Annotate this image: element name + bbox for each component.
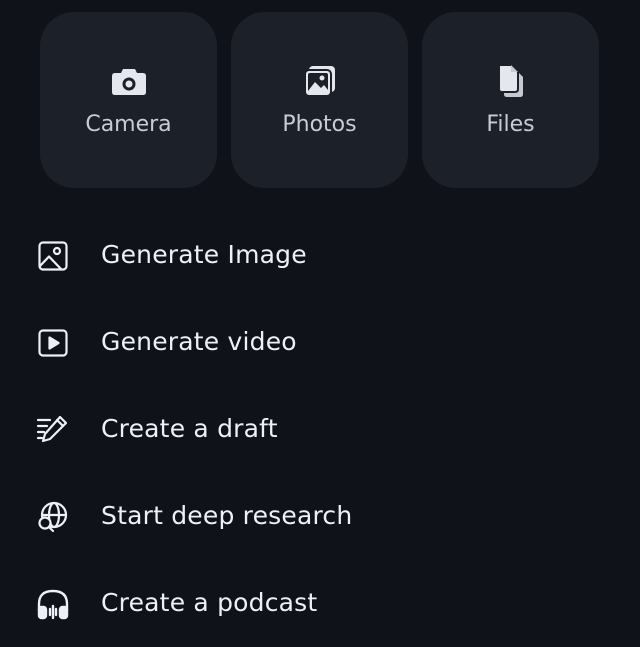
files-label: Files: [486, 112, 535, 137]
photos-label: Photos: [282, 112, 357, 137]
create-draft-label: Create a draft: [101, 414, 278, 443]
headphones-icon: [36, 587, 70, 621]
camera-label: Camera: [85, 112, 172, 137]
deep-research-item[interactable]: Start deep research: [0, 473, 640, 560]
image-icon: [36, 239, 70, 273]
generate-image-label: Generate Image: [101, 240, 307, 269]
photos-icon: [231, 64, 408, 98]
camera-button[interactable]: Camera: [40, 12, 217, 188]
generate-video-label: Generate video: [101, 327, 297, 356]
pen-lines-icon: [36, 413, 70, 447]
video-play-icon: [36, 326, 70, 360]
photos-button[interactable]: Photos: [231, 12, 408, 188]
generate-image-item[interactable]: Generate Image: [0, 212, 640, 299]
globe-search-icon: [36, 500, 70, 534]
generate-video-item[interactable]: Generate video: [0, 299, 640, 386]
files-button[interactable]: Files: [422, 12, 599, 188]
create-podcast-label: Create a podcast: [101, 588, 318, 617]
create-podcast-item[interactable]: Create a podcast: [0, 560, 640, 647]
create-draft-item[interactable]: Create a draft: [0, 386, 640, 473]
files-icon: [422, 64, 599, 98]
camera-icon: [40, 64, 217, 98]
deep-research-label: Start deep research: [101, 501, 353, 530]
quick-actions-row: Camera Photos Files: [40, 12, 600, 188]
